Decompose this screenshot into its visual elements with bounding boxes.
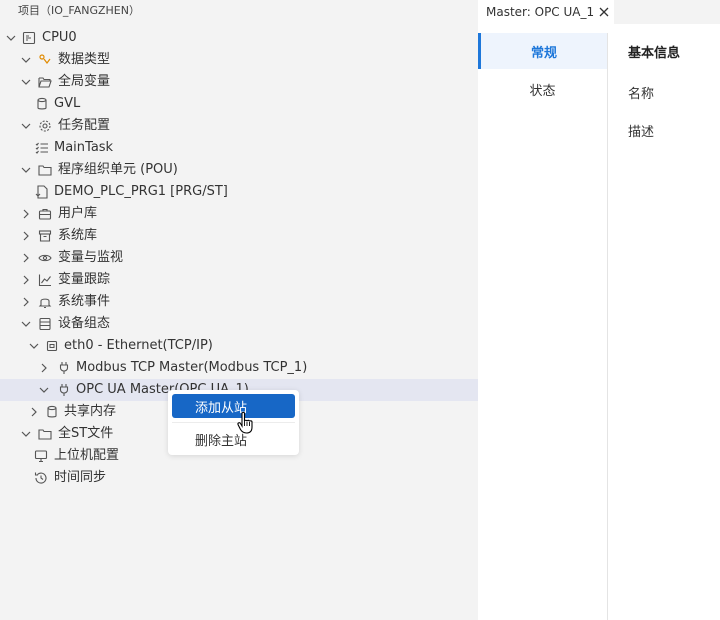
tree-item-eth0[interactable]: eth0 - Ethernet(TCP/IP) — [0, 335, 478, 357]
hand-pointer-icon — [236, 411, 258, 439]
tree-item-pou[interactable]: 程序组织单元 (POU) — [0, 159, 478, 181]
eye-icon — [38, 247, 52, 269]
menu-separator — [172, 422, 295, 423]
editor-side-nav: 常规 状态 — [478, 33, 608, 620]
context-menu: 添加从站 删除主站 — [168, 390, 299, 455]
chevron-down-icon[interactable] — [28, 335, 40, 357]
tree-item-data-types[interactable]: 数据类型 — [0, 49, 478, 71]
chevron-down-icon[interactable] — [20, 313, 32, 335]
tree-item-demo-prg[interactable]: DEMO_PLC_PRG1 [PRG/ST] — [0, 181, 478, 203]
tree-item-label: 设备组态 — [58, 316, 111, 331]
tree-item-modbus-master[interactable]: Modbus TCP Master(Modbus TCP_1) — [0, 357, 478, 379]
tree-item-cpu0[interactable]: CPU0 — [0, 27, 478, 49]
tree-item-label: CPU0 — [42, 30, 77, 45]
folder-icon — [38, 423, 52, 445]
tree-item-user-lib[interactable]: 用户库 — [0, 203, 478, 225]
tree-item-label: 全ST文件 — [58, 426, 114, 441]
description-label: 描述 — [628, 125, 655, 140]
chevron-right-icon[interactable] — [20, 247, 32, 269]
tree-item-label: 变量跟踪 — [58, 272, 111, 287]
tree-item-label: 系统事件 — [58, 294, 111, 309]
tree-item-sys-lib[interactable]: 系统库 — [0, 225, 478, 247]
tree-item-task-config[interactable]: 任务配置 — [0, 115, 478, 137]
tab-master-opcua[interactable]: Master: OPC UA_1 — [478, 0, 614, 24]
tree-item-label: Modbus TCP Master(Modbus TCP_1) — [76, 360, 308, 375]
chevron-down-icon[interactable] — [20, 423, 32, 445]
tree-item-var-monitor[interactable]: 变量与监视 — [0, 247, 478, 269]
tree-item-time-sync[interactable]: 时间同步 — [0, 467, 478, 489]
database-icon — [45, 401, 59, 423]
tree-item-label: 用户库 — [58, 206, 98, 221]
tree-item-var-trace[interactable]: 变量跟踪 — [0, 269, 478, 291]
folder-open-icon — [38, 71, 52, 93]
tree-item-label: MainTask — [54, 140, 114, 155]
close-icon[interactable] — [597, 5, 611, 19]
database-icon — [35, 93, 49, 115]
chevron-down-icon[interactable] — [20, 49, 32, 71]
line-chart-icon — [38, 269, 52, 291]
monitor-icon — [34, 445, 48, 467]
tree-item-device-config[interactable]: 设备组态 — [0, 313, 478, 335]
data-type-icon — [38, 49, 52, 71]
tree-item-label: 任务配置 — [58, 118, 111, 133]
bell-icon — [38, 291, 52, 313]
tab-title: Master: OPC UA_1 — [486, 5, 595, 19]
cpu-icon — [22, 27, 36, 49]
plug-icon — [57, 357, 71, 379]
network-port-icon — [45, 335, 59, 357]
chevron-down-icon[interactable] — [20, 71, 32, 93]
tree-item-label: 共享内存 — [64, 404, 117, 419]
chevron-right-icon[interactable] — [28, 401, 40, 423]
tree-item-global-vars[interactable]: 全局变量 — [0, 71, 478, 93]
tree-item-label: 全局变量 — [58, 74, 111, 89]
tree-item-label: 变量与监视 — [58, 250, 124, 265]
section-title: 基本信息 — [628, 46, 681, 61]
chevron-right-icon[interactable] — [38, 357, 50, 379]
chevron-right-icon[interactable] — [20, 203, 32, 225]
project-tree-panel: 项目（IO_FANGZHEN） CPU0 数据类型 全局变量 GVL 任务配置 … — [0, 0, 478, 620]
task-list-icon — [35, 137, 49, 159]
archive-icon — [38, 225, 52, 247]
gear-icon — [38, 115, 52, 137]
tree-item-label: 数据类型 — [58, 52, 111, 67]
tree-item-label: GVL — [54, 96, 81, 111]
project-header: 项目（IO_FANGZHEN） — [18, 4, 140, 17]
tree-item-sys-events[interactable]: 系统事件 — [0, 291, 478, 313]
chevron-right-icon[interactable] — [20, 225, 32, 247]
name-label: 名称 — [628, 87, 655, 102]
clock-sync-icon — [34, 467, 48, 489]
tree-item-label: 系统库 — [58, 228, 98, 243]
tree-item-label: 时间同步 — [54, 470, 107, 485]
chevron-right-icon[interactable] — [20, 291, 32, 313]
chevron-down-icon[interactable] — [20, 115, 32, 137]
briefcase-icon — [38, 203, 52, 225]
tree-item-label: eth0 - Ethernet(TCP/IP) — [64, 338, 213, 353]
tree-item-main-task[interactable]: MainTask — [0, 137, 478, 159]
delete-master-menu-item[interactable]: 删除主站 — [172, 427, 295, 451]
tree-item-label: DEMO_PLC_PRG1 [PRG/ST] — [54, 184, 228, 199]
tree-item-label: 上位机配置 — [54, 448, 120, 463]
chevron-right-icon[interactable] — [20, 269, 32, 291]
nav-status[interactable]: 状态 — [478, 71, 607, 107]
chevron-down-icon[interactable] — [38, 379, 50, 401]
folder-icon — [38, 159, 52, 181]
chevron-down-icon[interactable] — [20, 159, 32, 181]
nav-general[interactable]: 常规 — [478, 33, 607, 69]
editor-tab-bar: Master: OPC UA_1 — [478, 0, 720, 24]
tree-item-gvl[interactable]: GVL — [0, 93, 478, 115]
chevron-down-icon[interactable] — [5, 27, 17, 49]
tree-item-label: 程序组织单元 (POU) — [58, 162, 178, 177]
add-slave-menu-item[interactable]: 添加从站 — [172, 394, 295, 418]
plug-icon — [57, 379, 71, 401]
server-icon — [38, 313, 52, 335]
program-file-icon — [35, 181, 49, 203]
editor-panel: Master: OPC UA_1 常规 状态 基本信息 名称 描述 — [478, 0, 720, 620]
